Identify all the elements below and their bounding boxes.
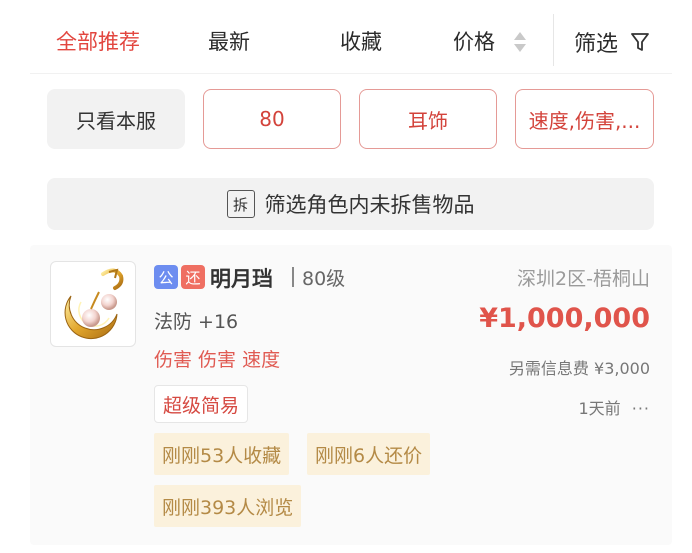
seller-name: 明月珰 [210, 267, 273, 291]
sort-divider [553, 14, 554, 66]
bargain-badge: 还 [181, 265, 205, 289]
unsplit-box-icon: 拆 [226, 190, 255, 218]
difficulty-tag: 超级简易 [154, 385, 249, 423]
sort-price-tab[interactable]: 价格 [453, 26, 495, 56]
sort-favorites-tab[interactable]: 收藏 [340, 26, 382, 56]
sort-recommended-tab[interactable]: 全部推荐 [56, 26, 140, 56]
chip-item-type[interactable]: 耳饰 [359, 89, 497, 149]
item-attribute: 法防 +16 [154, 311, 239, 333]
listed-time-text: 1天前 [578, 399, 621, 418]
special-effect-tags: 伤害 伤害 速度 [154, 349, 281, 371]
filter-funnel-icon[interactable] [630, 31, 650, 53]
chip-special-effects[interactable]: 速度,伤害,... [515, 89, 654, 149]
filter-button[interactable]: 筛选 [574, 26, 618, 58]
sort-newest-tab[interactable]: 最新 [208, 26, 250, 56]
stat-bargains: 刚刚6人还价 [307, 433, 431, 475]
unsplit-items-filter[interactable]: 拆 筛选角色内未拆售物品 [47, 178, 654, 230]
chip-level[interactable]: 80 [203, 89, 341, 149]
info-fee: 另需信息费 ¥3,000 [508, 359, 650, 378]
server-name: 深圳2区-梧桐山 [517, 268, 650, 290]
unsplit-label: 筛选角色内未拆售物品 [264, 193, 475, 217]
price: ¥1,000,000 [479, 303, 650, 334]
sort-bar: 全部推荐 最新 收藏 价格 筛选 [30, 4, 672, 74]
listing-time: 1天前 ··· [578, 395, 650, 419]
chip-same-server[interactable]: 只看本服 [47, 89, 185, 149]
official-badge: 公 [154, 265, 178, 289]
stat-views: 刚刚393人浏览 [154, 485, 302, 527]
earring-thumbnail[interactable] [50, 261, 136, 347]
earring-icon [64, 268, 124, 340]
ellipsis-icon[interactable]: ··· [632, 399, 650, 418]
sort-arrows-icon[interactable] [513, 32, 527, 56]
character-level: 80级 [302, 268, 346, 290]
listing-card[interactable]: 公 还 明月珰 80级 法防 +16 伤害 伤害 速度 超级简易 刚刚53人收藏… [30, 245, 672, 545]
stat-favorites: 刚刚53人收藏 [154, 433, 290, 475]
name-level-divider [292, 267, 294, 287]
